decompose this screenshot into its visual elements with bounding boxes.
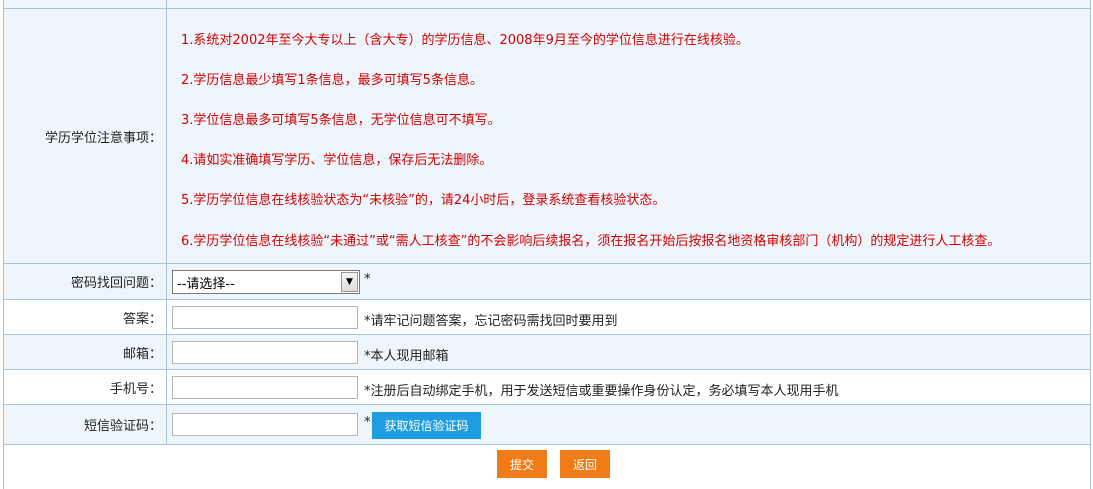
security-question-label: 密码找回问题： bbox=[70, 276, 162, 291]
phone-hint: *注册后自动绑定手机，用于发送短信或重要操作身份认定，务必填写本人现用手机 bbox=[364, 384, 839, 399]
email-row: 邮箱： *本人现用邮箱 bbox=[4, 334, 1090, 369]
email-input[interactable] bbox=[172, 341, 358, 364]
answer-field: *请牢记问题答案，忘记密码需找回时要用到 bbox=[166, 300, 1090, 334]
security-question-selected: --请选择-- bbox=[177, 276, 235, 292]
phone-label: 手机号： bbox=[109, 381, 162, 397]
sms-code-input[interactable] bbox=[172, 413, 358, 436]
registration-form-table: 学历学位注意事项： 1.系统对2002年至今大专以上（含大专）的学历信息、200… bbox=[3, 0, 1091, 489]
security-question-field: --请选择-- ▼ * bbox=[166, 264, 1090, 299]
get-sms-code-button[interactable]: 获取短信验证码 bbox=[372, 412, 481, 439]
sms-code-label: 短信验证码： bbox=[83, 419, 162, 434]
security-question-row: 密码找回问题： --请选择-- ▼ * bbox=[4, 263, 1090, 299]
note-item-4: 4.请如实准确填写学历、学位信息，保存后无法删除。 bbox=[181, 153, 493, 168]
answer-input[interactable] bbox=[172, 306, 358, 329]
note-item-6: 6.学历学位信息在线核验“未通过”或“需人工核查”的不会影响后续报名，须在报名开… bbox=[181, 234, 1001, 249]
sms-code-field-cell: * 获取短信验证码 bbox=[166, 405, 1090, 444]
phone-row: 手机号： *注册后自动绑定手机，用于发送短信或重要操作身份认定，务必填写本人现用… bbox=[4, 369, 1090, 404]
notes-row: 学历学位注意事项： 1.系统对2002年至今大专以上（含大专）的学历信息、200… bbox=[4, 8, 1090, 263]
answer-row: 答案： *请牢记问题答案，忘记密码需找回时要用到 bbox=[4, 299, 1090, 334]
answer-label: 答案： bbox=[122, 311, 162, 327]
sms-code-required-mark: * bbox=[364, 415, 371, 430]
notes-list: 1.系统对2002年至今大专以上（含大专）的学历信息、2008年9月至今的学位信… bbox=[166, 9, 1090, 263]
security-question-select[interactable]: --请选择-- ▼ bbox=[172, 270, 360, 294]
phone-input[interactable] bbox=[172, 376, 358, 399]
note-item-5: 5.学历学位信息在线核验状态为“未核验”的，请24小时后，登录系统查看核验状态。 bbox=[181, 193, 666, 208]
phone-field-cell: *注册后自动绑定手机，用于发送短信或重要操作身份认定，务必填写本人现用手机 bbox=[166, 370, 1090, 404]
email-hint: *本人现用邮箱 bbox=[364, 349, 449, 364]
top-row-remnant bbox=[4, 0, 1090, 8]
sms-code-row: 短信验证码： * 获取短信验证码 bbox=[4, 404, 1090, 444]
note-item-1: 1.系统对2002年至今大专以上（含大专）的学历信息、2008年9月至今的学位信… bbox=[181, 33, 749, 48]
security-question-required-mark: * bbox=[364, 272, 371, 287]
actions-row bbox=[4, 444, 1090, 489]
email-field-cell: *本人现用邮箱 bbox=[166, 335, 1090, 369]
back-button[interactable]: 返回 bbox=[560, 450, 610, 478]
submit-button[interactable]: 提交 bbox=[497, 450, 547, 478]
notes-label: 学历学位注意事项： bbox=[44, 130, 162, 146]
note-item-2: 2.学历信息最少填写1条信息，最多可填写5条信息。 bbox=[181, 73, 483, 88]
top-row-field bbox=[166, 0, 1090, 8]
note-item-3: 3.学位信息最多可填写5条信息，无学位信息可不填写。 bbox=[181, 113, 501, 128]
answer-hint: *请牢记问题答案，忘记密码需找回时要用到 bbox=[364, 314, 618, 329]
email-label: 邮箱： bbox=[122, 346, 162, 362]
dropdown-arrow-icon[interactable]: ▼ bbox=[341, 272, 358, 292]
